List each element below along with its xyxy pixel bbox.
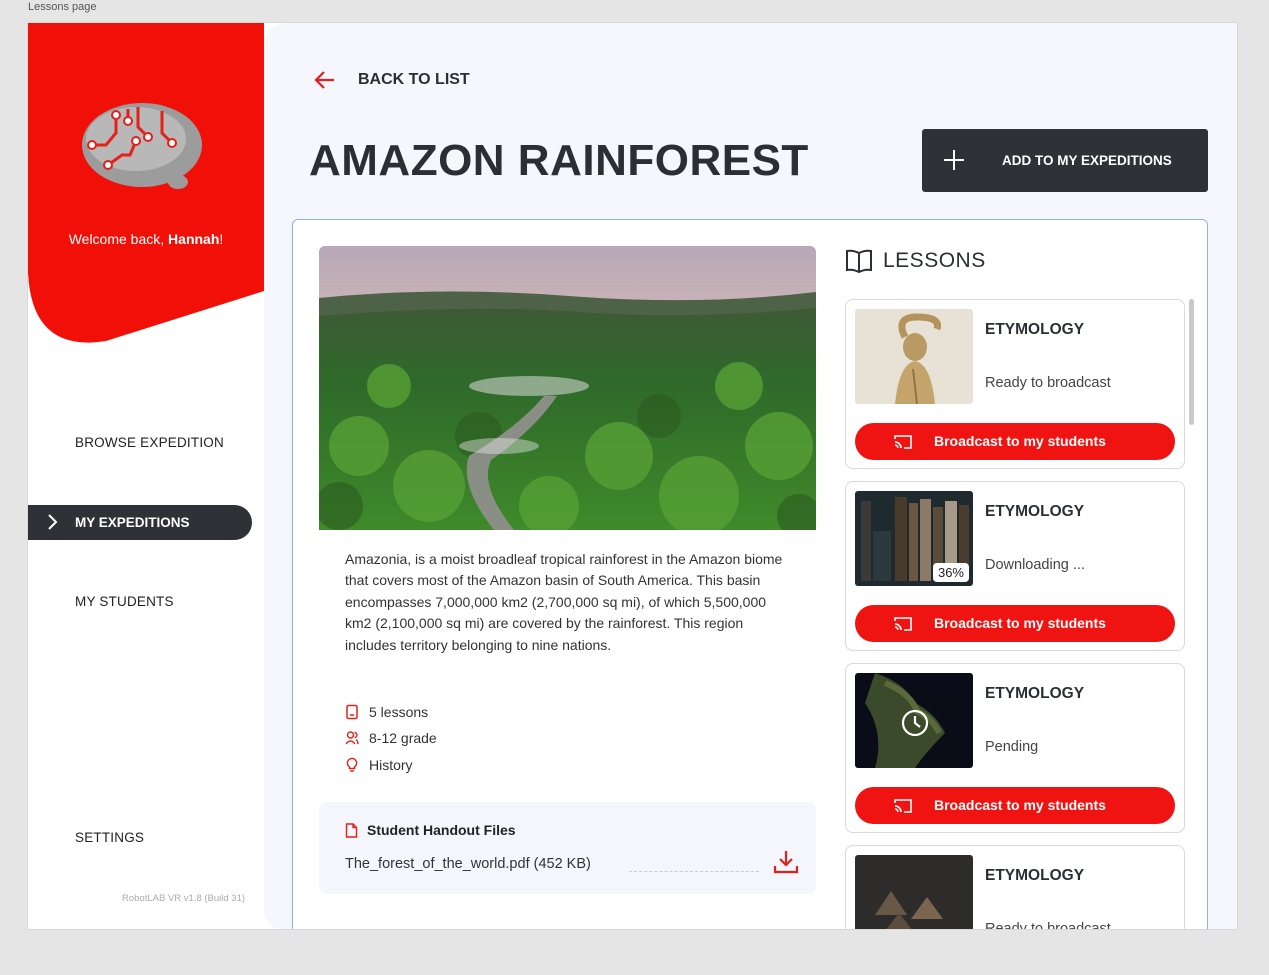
lesson-card[interactable]: ETYMOLOGY Ready to broadcast — [845, 845, 1185, 930]
chevron-right-icon — [48, 514, 58, 530]
welcome-message: Welcome back, Hannah! — [28, 231, 264, 247]
lesson-status: Ready to broadcast — [985, 921, 1111, 930]
broadcast-button-label: Broadcast to my students — [934, 615, 1106, 631]
cast-icon — [894, 435, 912, 449]
lesson-card[interactable]: 36% ETYMOLOGY Downloading ... Broadcast … — [845, 481, 1185, 651]
nav-my-expeditions[interactable]: MY EXPEDITIONS — [28, 505, 252, 540]
grade-level: 8-12 grade — [369, 730, 437, 746]
cast-icon — [894, 799, 912, 813]
lesson-card[interactable]: ETYMOLOGY Pending Broadcast to my studen… — [845, 663, 1185, 833]
book-open-icon — [846, 249, 872, 274]
broadcast-button[interactable]: Broadcast to my students — [855, 423, 1175, 460]
page-title: AMAZON RAINFOREST — [309, 136, 809, 185]
handout-file-name[interactable]: The_forest_of_the_world.pdf (452 KB) — [345, 856, 591, 872]
welcome-prefix: Welcome back, — [68, 231, 169, 247]
version-label: RobotLAB VR v1.8 (Build 31) — [122, 893, 246, 904]
add-to-my-expeditions-button[interactable]: ADD TO MY EXPEDITIONS — [922, 129, 1208, 192]
lesson-title: ETYMOLOGY — [985, 867, 1085, 884]
broadcast-button-label: Broadcast to my students — [934, 433, 1106, 449]
expedition-card: Amazonia, is a moist broadleaf tropical … — [292, 219, 1208, 930]
plus-icon — [944, 150, 964, 170]
lesson-card[interactable]: ETYMOLOGY Ready to broadcast Broadcast t… — [845, 299, 1185, 469]
meta-grade: 8-12 grade — [345, 730, 437, 746]
lessons-scrollbar[interactable] — [1189, 299, 1194, 425]
broadcast-button-label: Broadcast to my students — [934, 797, 1106, 813]
lessons-heading-label: LESSONS — [883, 249, 986, 272]
user-name: Hannah — [168, 231, 220, 247]
nav-my-students[interactable]: MY STUDENTS — [75, 594, 174, 609]
lightbulb-icon — [346, 757, 358, 772]
nav-my-expeditions-label: MY EXPEDITIONS — [75, 515, 190, 530]
rainforest-image — [319, 246, 816, 530]
handout-title: Student Handout Files — [367, 822, 516, 838]
lesson-thumbnail-village — [855, 855, 973, 929]
back-to-list-label: BACK TO LIST — [358, 71, 470, 88]
add-button-label: ADD TO MY EXPEDITIONS — [1002, 153, 1172, 168]
file-icon — [345, 822, 358, 838]
back-to-list-link[interactable]: BACK TO LIST — [314, 70, 470, 90]
nav-browse-expedition[interactable]: BROWSE EXPEDITION — [75, 435, 224, 450]
lesson-thumbnail-globe — [855, 673, 973, 768]
arrow-left-icon — [314, 71, 334, 89]
book-icon — [346, 704, 358, 720]
lesson-thumbnail-books: 36% — [855, 491, 973, 586]
lessons-count: 5 lessons — [369, 704, 429, 720]
lesson-status: Pending — [985, 739, 1039, 755]
app-frame: Welcome back, Hannah! BROWSE EXPEDITION … — [27, 22, 1238, 930]
welcome-suffix: ! — [219, 231, 224, 247]
subject-label: History — [369, 757, 413, 773]
broadcast-button[interactable]: Broadcast to my students — [855, 787, 1175, 824]
handout-title-row: Student Handout Files — [345, 822, 516, 838]
sidebar: Welcome back, Hannah! BROWSE EXPEDITION … — [28, 23, 264, 929]
brain-logo-icon — [82, 103, 202, 189]
student-handout-files: Student Handout Files The_forest_of_the_… — [319, 802, 816, 894]
lesson-status: Downloading ... — [985, 557, 1085, 573]
nav-settings[interactable]: SETTINGS — [75, 830, 144, 845]
meta-subject: History — [345, 757, 413, 773]
lesson-title: ETYMOLOGY — [985, 503, 1085, 520]
handout-divider — [629, 871, 759, 872]
lesson-title: ETYMOLOGY — [985, 685, 1085, 702]
users-icon — [345, 731, 359, 745]
download-progress: 36% — [932, 563, 969, 582]
main-content: BACK TO LIST AMAZON RAINFOREST ADD TO MY… — [264, 23, 1237, 930]
lessons-heading: LESSONS — [845, 248, 986, 274]
frame-label: Lessons page — [28, 1, 97, 13]
lesson-status: Ready to broadcast — [985, 375, 1111, 391]
broadcast-button[interactable]: Broadcast to my students — [855, 605, 1175, 642]
expedition-description: Amazonia, is a moist broadleaf tropical … — [345, 551, 783, 653]
cast-icon — [894, 617, 912, 631]
lesson-title: ETYMOLOGY — [985, 321, 1085, 338]
download-icon[interactable] — [773, 849, 799, 875]
meta-lessons: 5 lessons — [345, 704, 428, 720]
lesson-thumbnail-statue — [855, 309, 973, 404]
